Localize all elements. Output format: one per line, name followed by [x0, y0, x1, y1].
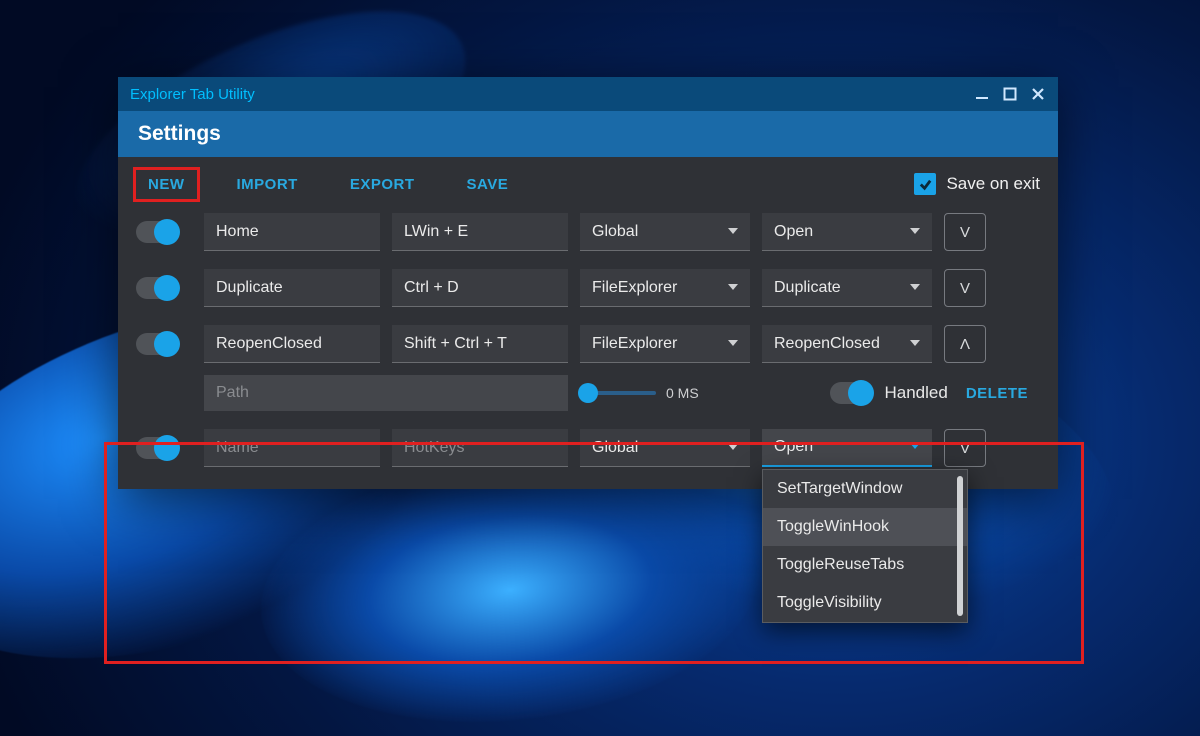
chevron-down-icon	[728, 279, 738, 297]
name-field[interactable]: ReopenClosed	[204, 325, 380, 363]
hotkeys-field[interactable]: Shift + Ctrl + T	[392, 325, 568, 363]
handled-label: Handled	[884, 383, 947, 403]
dropdown-item[interactable]: SetTargetWindow	[763, 470, 967, 508]
enable-toggle[interactable]	[136, 221, 178, 243]
desktop-background: Explorer Tab Utility Settings NEW IMPORT…	[0, 0, 1200, 736]
delay-ms-label: 0 MS	[666, 385, 699, 401]
path-field[interactable]: Path	[204, 375, 568, 411]
action-select[interactable]: Open	[762, 213, 932, 251]
scope-select[interactable]: FileExplorer	[580, 325, 750, 363]
scrollbar[interactable]	[957, 476, 963, 616]
hotkeys-field[interactable]: LWin + E	[392, 213, 568, 251]
delay-slider[interactable]	[584, 391, 656, 395]
export-button[interactable]: EXPORT	[338, 170, 427, 199]
scope-select[interactable]: Global	[580, 213, 750, 251]
hotkeys-field[interactable]: Ctrl + D	[392, 269, 568, 307]
rule-row: Name HotKeys Global Open SetTargetWindow…	[136, 429, 1040, 467]
save-on-exit-checkbox[interactable]	[914, 173, 936, 195]
import-button[interactable]: IMPORT	[225, 170, 310, 199]
chevron-down-icon	[728, 439, 738, 457]
dropdown-item[interactable]: ToggleVisibility	[763, 584, 967, 622]
name-field[interactable]: Duplicate	[204, 269, 380, 307]
app-window: Explorer Tab Utility Settings NEW IMPORT…	[118, 77, 1058, 489]
rule-row-expanded: Path 0 MS Handled DELETE	[136, 375, 1040, 411]
action-select[interactable]: Open	[762, 429, 932, 467]
enable-toggle[interactable]	[136, 277, 178, 299]
new-button[interactable]: NEW	[133, 167, 200, 202]
section-title: Settings	[138, 122, 221, 146]
hotkeys-field[interactable]: HotKeys	[392, 429, 568, 467]
collapse-button[interactable]: Λ	[944, 325, 986, 363]
titlebar[interactable]: Explorer Tab Utility	[118, 77, 1058, 111]
enable-toggle[interactable]	[136, 437, 178, 459]
expand-button[interactable]: V	[944, 269, 986, 307]
save-button[interactable]: SAVE	[455, 170, 521, 199]
action-select[interactable]: ReopenClosed	[762, 325, 932, 363]
handled-toggle[interactable]	[830, 382, 872, 404]
rule-row: Duplicate Ctrl + D FileExplorer Duplicat…	[136, 269, 1040, 307]
save-on-exit-label: Save on exit	[946, 174, 1040, 194]
dropdown-item[interactable]: ToggleWinHook	[763, 508, 967, 546]
expand-button[interactable]: V	[944, 429, 986, 467]
chevron-down-icon	[910, 438, 920, 456]
chevron-down-icon	[728, 335, 738, 353]
scope-select[interactable]: Global	[580, 429, 750, 467]
window-title: Explorer Tab Utility	[130, 86, 255, 103]
enable-toggle[interactable]	[136, 333, 178, 355]
path-placeholder: Path	[216, 384, 249, 402]
rule-row: Home LWin + E Global Open V	[136, 213, 1040, 251]
rules-list: Home LWin + E Global Open V Duplicate Ct…	[118, 211, 1058, 489]
scope-select[interactable]: FileExplorer	[580, 269, 750, 307]
delete-button[interactable]: DELETE	[960, 385, 1028, 402]
action-select[interactable]: Duplicate	[762, 269, 932, 307]
chevron-down-icon	[910, 223, 920, 241]
name-field[interactable]: Home	[204, 213, 380, 251]
maximize-button[interactable]	[996, 81, 1024, 107]
dropdown-item[interactable]: ToggleReuseTabs	[763, 546, 967, 584]
chevron-down-icon	[728, 223, 738, 241]
chevron-down-icon	[910, 279, 920, 297]
name-field[interactable]: Name	[204, 429, 380, 467]
expand-button[interactable]: V	[944, 213, 986, 251]
chevron-down-icon	[910, 335, 920, 353]
action-dropdown-menu: SetTargetWindow ToggleWinHook ToggleReus…	[762, 469, 968, 623]
toolbar: NEW IMPORT EXPORT SAVE Save on exit	[118, 157, 1058, 211]
section-header: Settings	[118, 111, 1058, 157]
minimize-button[interactable]	[968, 81, 996, 107]
close-button[interactable]	[1024, 81, 1052, 107]
rule-row: ReopenClosed Shift + Ctrl + T FileExplor…	[136, 325, 1040, 363]
